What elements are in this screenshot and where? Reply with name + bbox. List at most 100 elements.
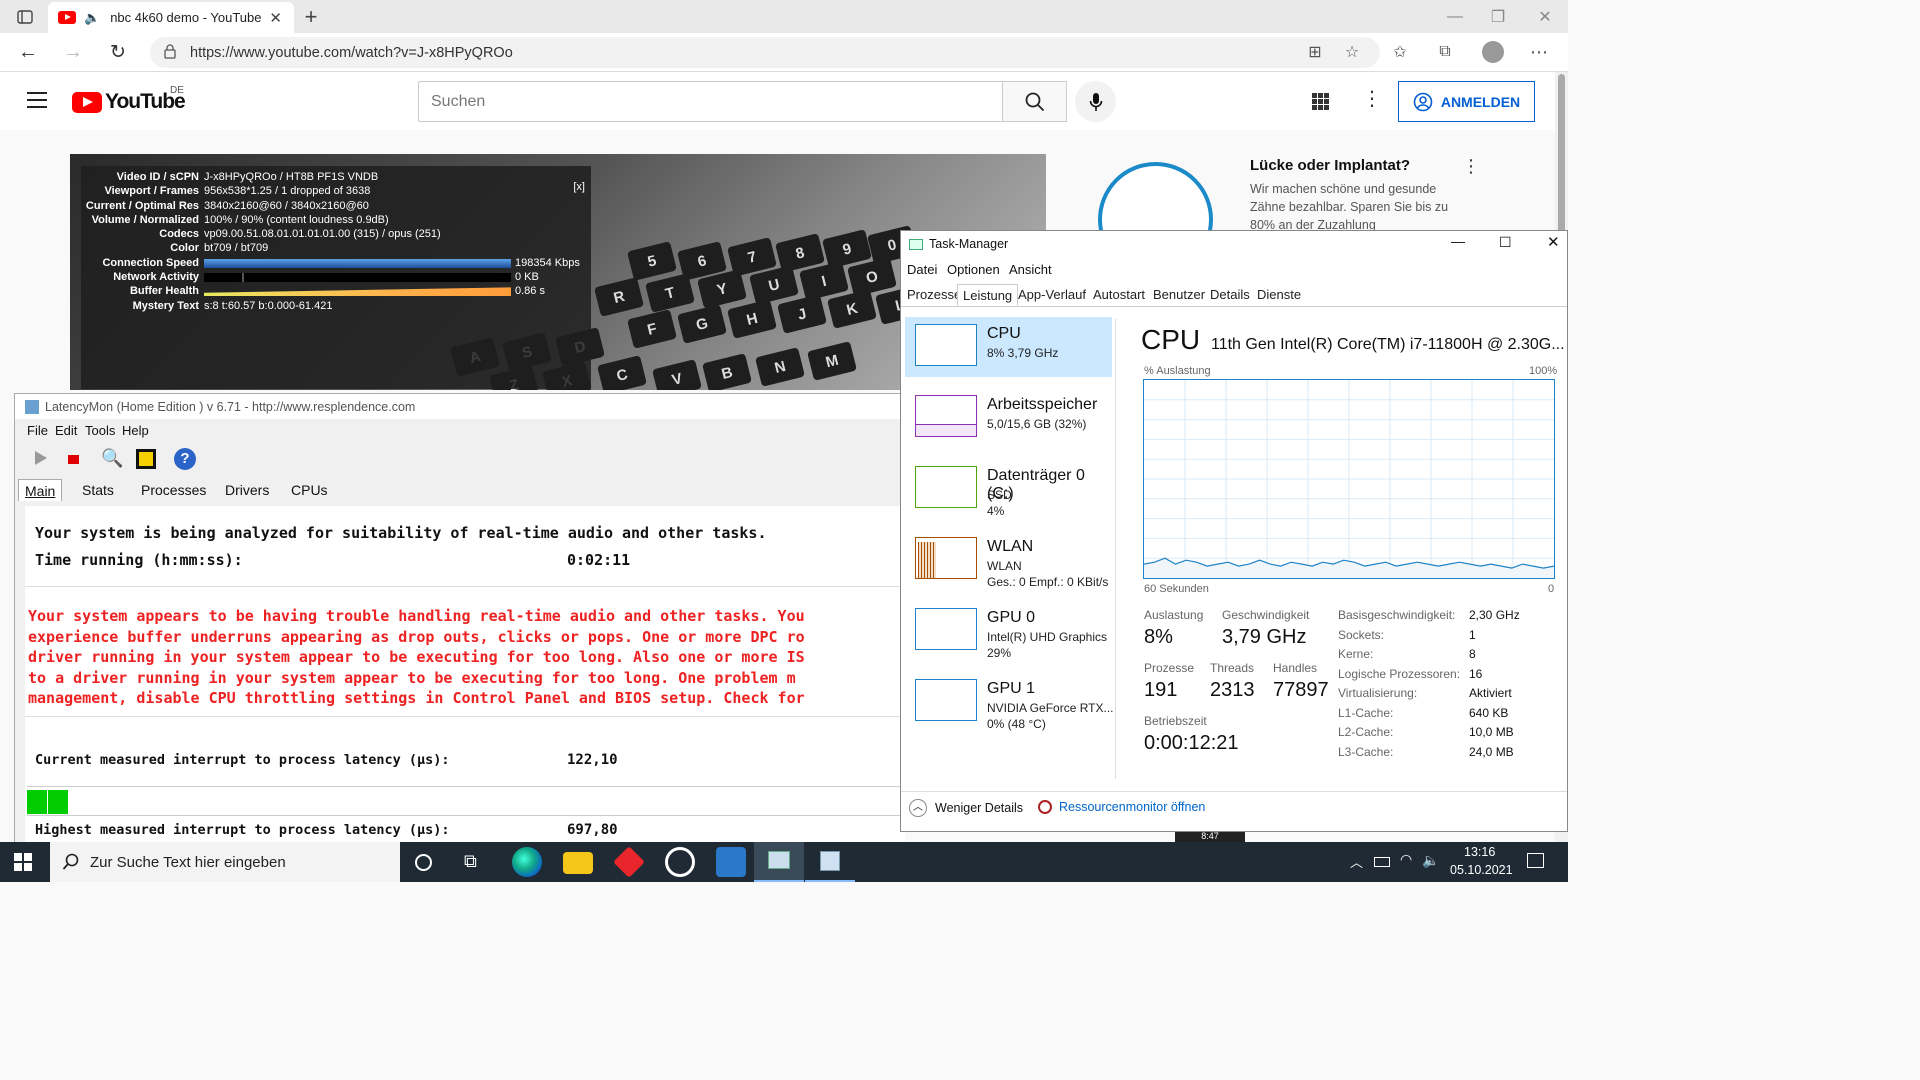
clock-date[interactable]: 05.10.2021 — [1450, 863, 1513, 877]
favorites-icon[interactable]: ✩ — [1385, 37, 1415, 67]
address-bar[interactable]: https://www.youtube.com/watch?v=J-x8HPyQ… — [150, 37, 1380, 68]
ad-menu-icon[interactable]: ⋮ — [1462, 156, 1480, 177]
task-manager-taskbar-button[interactable] — [754, 842, 804, 882]
perf-thumbnail-graph — [915, 395, 977, 437]
tab-actions-icon[interactable] — [10, 2, 40, 32]
start-icon[interactable] — [35, 451, 47, 465]
wifi-icon[interactable]: ◠ — [1400, 851, 1412, 868]
youtube-logo[interactable]: YouTube DE — [72, 85, 186, 114]
perf-item-gpu-0[interactable]: GPU 0 Intel(R) UHD Graphics 29% — [905, 601, 1112, 661]
battery-icon[interactable] — [1374, 857, 1390, 867]
settings-menu-icon[interactable]: ⋮ — [1362, 89, 1382, 109]
tab-drivers[interactable]: Drivers — [219, 479, 275, 501]
stats-key: Current / Optimal Res — [85, 199, 199, 212]
tab-title: nbc 4k60 demo - YouTube — [110, 10, 262, 25]
stats-key: Color — [170, 242, 199, 255]
calculator-app-icon[interactable] — [716, 847, 746, 877]
tab-details[interactable]: Details — [1205, 284, 1255, 306]
search-button[interactable] — [1002, 81, 1067, 122]
voice-search-button[interactable] — [1075, 81, 1116, 122]
perf-thumbnail-graph — [915, 324, 977, 366]
notifications-icon[interactable] — [1527, 853, 1544, 868]
tm-menu-ansicht[interactable]: Ansicht — [1009, 262, 1052, 277]
resource-monitor-link[interactable]: Ressourcenmonitor öffnen — [1038, 800, 1205, 814]
volume-icon[interactable]: 🔈 — [1422, 852, 1439, 869]
restore-window-icon[interactable]: ❐ — [1483, 2, 1513, 32]
search-processes-icon[interactable]: 🔍 — [101, 448, 123, 469]
tab-benutzer[interactable]: Benutzer — [1148, 284, 1210, 306]
cpu-detail-label: L1-Cache: — [1338, 705, 1394, 720]
help-icon[interactable]: ? — [174, 448, 196, 470]
keyboard-key: B — [702, 353, 752, 390]
keyboard-key: K — [827, 289, 877, 329]
hamburger-menu-icon[interactable] — [27, 92, 47, 108]
browser-toolbar: ← → ↻ https://www.youtube.com/watch?v=J-… — [0, 33, 1568, 72]
forward-icon[interactable]: → — [58, 37, 88, 67]
stats-key: Video ID / sCPN — [116, 171, 199, 183]
speaker-icon[interactable]: 🔈 — [84, 10, 100, 26]
close-window-icon[interactable]: ✕ — [1530, 2, 1560, 32]
tab-dienste[interactable]: Dienste — [1252, 284, 1306, 306]
perf-item-arbeitsspeicher[interactable]: Arbeitsspeicher 5,0/15,6 GB (32%) — [905, 388, 1112, 448]
sign-in-button[interactable]: ANMELDEN — [1398, 81, 1535, 122]
task-view-icon[interactable]: ⧉ — [464, 851, 477, 872]
tab-autostart[interactable]: Autostart — [1088, 284, 1150, 306]
search-icon — [1025, 92, 1044, 111]
fewer-details-button[interactable]: ︿ Weniger Details — [909, 799, 1023, 817]
stat-value-auslastung: 8% — [1144, 626, 1173, 648]
apps-grid-icon[interactable] — [1312, 93, 1329, 110]
taskbar-search[interactable]: Zur Suche Text hier eingeben — [50, 842, 400, 882]
tab-stats[interactable]: Stats — [76, 479, 120, 501]
app-circle-icon[interactable] — [665, 847, 695, 877]
cortana-icon[interactable] — [415, 854, 432, 871]
lock-icon[interactable] — [164, 44, 176, 63]
resource-monitor-icon — [1038, 800, 1052, 814]
more-menu-icon[interactable]: ⋯ — [1524, 37, 1554, 67]
clock-time[interactable]: 13:16 — [1464, 845, 1495, 859]
file-explorer-icon[interactable] — [563, 852, 593, 874]
add-favorite-icon[interactable]: ☆ — [1337, 37, 1367, 67]
edge-icon[interactable] — [512, 847, 542, 877]
perf-item-gpu-1[interactable]: GPU 1 NVIDIA GeForce RTX... 0% (48 °C) — [905, 672, 1113, 732]
tm-menu-optionen[interactable]: Optionen — [947, 262, 1000, 277]
search-input[interactable]: Suchen — [418, 81, 1003, 122]
stat-label-threads: Threads — [1210, 661, 1255, 675]
windows-taskbar: Zur Suche Text hier eingeben ⧉ ︿ ◠ 🔈 13:… — [0, 842, 1568, 882]
minimize-window-icon[interactable]: — — [1440, 2, 1470, 32]
menu-help[interactable]: Help — [122, 423, 149, 438]
windows-icon[interactable] — [136, 449, 156, 469]
app-available-icon[interactable]: ⊞ — [1300, 37, 1330, 67]
latencymon-taskbar-button[interactable] — [805, 842, 855, 882]
cpu-detail-value: 24,0 MB — [1469, 744, 1514, 759]
reload-icon[interactable]: ↻ — [103, 37, 133, 67]
app-red-icon[interactable] — [613, 846, 645, 878]
stop-icon[interactable] — [68, 455, 79, 464]
tab-processes[interactable]: Processes — [135, 479, 212, 501]
menu-tools[interactable]: Tools — [85, 423, 115, 438]
collections-icon[interactable]: ⧉ — [1430, 37, 1460, 67]
profile-avatar[interactable] — [1478, 37, 1508, 67]
new-tab-icon[interactable]: + — [296, 2, 326, 32]
tab-leistung[interactable]: Leistung — [957, 284, 1019, 306]
tm-menu-datei[interactable]: Datei — [907, 262, 937, 277]
tm-close-icon[interactable]: ✕ — [1547, 233, 1560, 251]
tab-main[interactable]: Main — [18, 479, 63, 501]
warning-line: to a driver running in your system appea… — [28, 668, 796, 687]
close-tab-icon[interactable]: ✕ — [269, 9, 282, 27]
cpu-model: 11th Gen Intel(R) Core(TM) i7-11800H @ 2… — [1211, 336, 1565, 353]
tab-app-verlauf[interactable]: App-Verlauf — [1013, 284, 1091, 306]
menu-edit[interactable]: Edit — [55, 423, 77, 438]
show-hidden-icons-icon[interactable]: ︿ — [1350, 852, 1363, 871]
perf-item-datentr-ger-0-c[interactable]: Datenträger 0 (C:) SSD 4% — [905, 459, 1112, 519]
browser-tab[interactable]: 🔈 nbc 4k60 demo - YouTube ✕ — [48, 2, 294, 33]
tm-minimize-icon[interactable]: — — [1451, 233, 1465, 249]
back-icon[interactable]: ← — [13, 37, 43, 67]
perf-item-cpu[interactable]: CPU 8% 3,79 GHz — [905, 317, 1112, 377]
start-button[interactable] — [14, 853, 32, 871]
stats-close-button[interactable]: [x] — [573, 180, 585, 194]
task-manager-taskbar-icon — [768, 851, 790, 869]
tab-cpus[interactable]: CPUs — [285, 479, 334, 501]
perf-item-wlan[interactable]: WLAN WLAN Ges.: 0 Empf.: 0 KBit/s — [905, 530, 1112, 590]
menu-file[interactable]: File — [27, 423, 48, 438]
tm-maximize-icon[interactable]: ☐ — [1499, 234, 1512, 251]
